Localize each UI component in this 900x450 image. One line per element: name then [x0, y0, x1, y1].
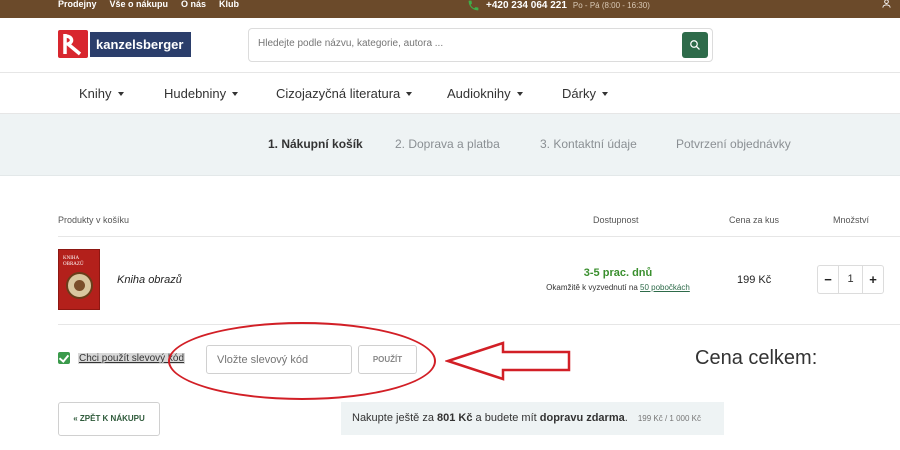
header-quantity: Množství — [833, 215, 870, 225]
total-price-label: Cena celkem: — [695, 347, 818, 369]
product-availability: 3-5 prac. dnů Okamžitě k vyzvednutí na 5… — [540, 267, 696, 292]
product-name[interactable]: Kniha obrazů — [117, 274, 182, 286]
ship-text-mid: a budete mít — [475, 412, 537, 424]
quantity-increase-button[interactable]: + — [863, 272, 883, 287]
search-icon — [690, 40, 700, 50]
main-nav: Knihy Hudebniny Cizojazyčná literatura A… — [0, 72, 900, 114]
opening-hours: Po - Pá (8:00 - 16:30) — [572, 1, 650, 10]
ship-remaining-amount: 801 Kč — [437, 412, 473, 424]
nav-item-label: Knihy — [79, 86, 112, 101]
site-header: kanzelsberger — [0, 18, 900, 72]
branches-link[interactable]: 50 pobočkách — [640, 283, 690, 292]
phone-icon — [468, 0, 479, 11]
cover-title: KNIHA OBRAZŮ — [63, 256, 84, 267]
top-link-vse-o-nakupu[interactable]: Vše o nákupu — [110, 0, 169, 9]
quantity-value[interactable]: 1 — [838, 266, 863, 293]
top-link-prodejny[interactable]: Prodejny — [58, 0, 97, 9]
search-box — [248, 28, 713, 62]
header-price: Cena za kus — [729, 215, 780, 225]
ship-text-dot: . — [624, 412, 628, 424]
quantity-stepper: − 1 + — [817, 265, 884, 294]
cover-plate-illustration — [66, 272, 93, 299]
availability-note: Okamžitě k vyzvednutí na 50 pobočkách — [540, 283, 696, 292]
nav-item-label: Audioknihy — [447, 86, 511, 101]
step-cart: 1. Nákupní košík — [268, 137, 363, 151]
coupon-checkbox[interactable] — [58, 352, 70, 364]
step-contact: 3. Kontaktní údaje — [540, 137, 637, 151]
logo-mark — [58, 30, 88, 58]
availability-note-text: Okamžitě k vyzvednutí na — [546, 283, 638, 292]
step-shipping: 2. Doprava a platba — [395, 137, 500, 151]
header-products: Produkty v košíku — [58, 215, 130, 225]
nav-item-label: Hudebniny — [164, 86, 227, 101]
top-link-klub[interactable]: Klub — [219, 0, 239, 9]
site-logo[interactable]: kanzelsberger — [58, 30, 192, 58]
header-availability: Dostupnost — [593, 215, 639, 225]
ship-text-pre: Nakupte ještě za — [352, 412, 434, 424]
ship-progress-value: 199 Kč / 1 000 Kč — [637, 414, 702, 423]
availability-days: 3-5 prac. dnů — [583, 267, 653, 279]
chevron-down-icon — [117, 92, 124, 96]
chevron-down-icon — [232, 92, 239, 96]
nav-item-audioknihy[interactable]: Audioknihy — [447, 86, 523, 101]
divider — [58, 236, 900, 237]
chevron-down-icon — [601, 92, 608, 96]
ship-free-label: dopravu zdarma — [539, 412, 625, 424]
top-link-o-nas[interactable]: O nás — [181, 0, 206, 9]
chevron-down-icon — [406, 92, 413, 96]
search-input[interactable] — [258, 38, 668, 49]
logo-wordmark: kanzelsberger — [90, 31, 192, 57]
search-button[interactable] — [682, 32, 708, 58]
user-icon — [882, 0, 891, 8]
divider — [58, 324, 900, 325]
phone-contact[interactable]: +420 234 064 221 Po - Pá (8:00 - 16:30) — [467, 0, 650, 12]
top-links: Prodejny Vše o nákupu O nás Klub — [58, 0, 239, 9]
back-to-shopping-button[interactable]: « ZPĚT K NÁKUPU — [58, 402, 160, 436]
free-shipping-progress: Nakupte ještě za 801 Kč a budete mít dop… — [341, 402, 724, 435]
nav-item-cizojazycna[interactable]: Cizojazyčná literatura — [276, 86, 413, 101]
annotation-ellipse — [168, 322, 436, 400]
step-confirmation: Potvrzení objednávky — [676, 137, 791, 151]
phone-number: +420 234 064 221 — [486, 0, 567, 11]
quantity-decrease-button[interactable]: − — [818, 272, 838, 287]
checkout-steps: 1. Nákupní košík 2. Doprava a platba 3. … — [0, 114, 900, 176]
top-bar: Prodejny Vše o nákupu O nás Klub +420 23… — [0, 0, 900, 18]
nav-item-label: Dárky — [562, 86, 596, 101]
nav-item-hudebniny[interactable]: Hudebniny — [164, 86, 239, 101]
product-cover-image[interactable]: KNIHA OBRAZŮ — [58, 249, 100, 310]
nav-item-label: Cizojazyčná literatura — [276, 86, 401, 101]
chevron-down-icon — [516, 92, 523, 96]
product-price: 199 Kč — [737, 274, 772, 286]
account-button[interactable] — [881, 0, 892, 11]
annotation-arrow-icon — [445, 341, 571, 381]
nav-item-darky[interactable]: Dárky — [562, 86, 608, 101]
nav-item-knihy[interactable]: Knihy — [79, 86, 124, 101]
